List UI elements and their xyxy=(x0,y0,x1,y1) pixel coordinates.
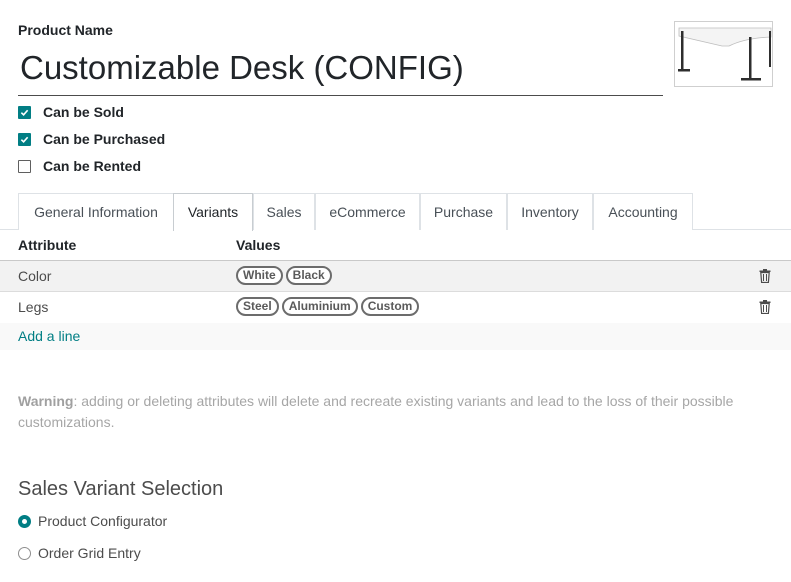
tab-variants[interactable]: Variants xyxy=(173,193,253,231)
column-header-values[interactable]: Values xyxy=(236,237,280,253)
variants-warning: Warning: adding or deleting attributes w… xyxy=(18,391,768,433)
warning-text: : adding or deleting attributes will del… xyxy=(18,393,734,430)
checkbox-can-be-rented[interactable]: Can be Rented xyxy=(18,156,141,176)
table-row[interactable]: Color White Black xyxy=(0,261,791,292)
tab-inventory[interactable]: Inventory xyxy=(507,193,593,230)
trash-icon[interactable] xyxy=(759,300,771,314)
tab-general-information[interactable]: General Information xyxy=(18,193,174,230)
value-tags: White Black xyxy=(236,266,332,285)
checkbox-rented[interactable] xyxy=(18,159,31,173)
column-header-attribute[interactable]: Attribute xyxy=(18,237,76,253)
radio-label: Product Configurator xyxy=(38,513,168,529)
tab-sales[interactable]: Sales xyxy=(253,193,315,230)
checkbox-label: Can be Purchased xyxy=(43,131,166,147)
product-name-input[interactable]: Customizable Desk (CONFIG) xyxy=(18,44,663,96)
value-tag: Black xyxy=(285,266,332,285)
value-tag: Steel xyxy=(236,297,279,316)
product-image[interactable] xyxy=(674,21,773,87)
checkbox-sold[interactable] xyxy=(18,105,31,119)
radio-order-grid-entry[interactable]: Order Grid Entry xyxy=(18,543,141,563)
radio-button[interactable] xyxy=(18,546,31,560)
warning-prefix: Warning xyxy=(18,393,74,409)
table-row[interactable]: Legs Steel Aluminium Custom xyxy=(0,292,791,323)
trash-icon[interactable] xyxy=(759,269,771,283)
radio-button[interactable] xyxy=(18,514,31,528)
checkbox-can-be-purchased[interactable]: Can be Purchased xyxy=(18,129,165,149)
value-tags: Steel Aluminium Custom xyxy=(236,297,420,316)
radio-product-configurator[interactable]: Product Configurator xyxy=(18,511,167,531)
add-line-row: Add a line xyxy=(0,323,791,350)
attribute-name: Color xyxy=(18,268,52,284)
tab-purchase[interactable]: Purchase xyxy=(420,193,507,230)
radio-label: Order Grid Entry xyxy=(38,545,141,561)
add-line-link[interactable]: Add a line xyxy=(18,328,80,344)
attributes-table-header: Attribute Values xyxy=(0,230,791,261)
checkbox-purchased[interactable] xyxy=(18,132,31,146)
desk-image xyxy=(678,27,772,81)
checkbox-can-be-sold[interactable]: Can be Sold xyxy=(18,102,124,122)
product-name-label: Product Name xyxy=(18,22,113,38)
attribute-name: Legs xyxy=(18,299,49,315)
section-title: Sales Variant Selection xyxy=(18,478,224,500)
tab-accounting[interactable]: Accounting xyxy=(593,193,693,230)
notebook-tabs: General Information Variants Sales eComm… xyxy=(0,193,791,231)
value-tag: White xyxy=(236,266,283,285)
check-icon xyxy=(20,136,29,143)
value-tag: Custom xyxy=(360,297,420,316)
checkbox-label: Can be Sold xyxy=(43,104,124,120)
check-icon xyxy=(20,109,29,116)
checkbox-label: Can be Rented xyxy=(43,158,142,174)
value-tag: Aluminium xyxy=(281,297,358,316)
tab-ecommerce[interactable]: eCommerce xyxy=(315,193,420,230)
